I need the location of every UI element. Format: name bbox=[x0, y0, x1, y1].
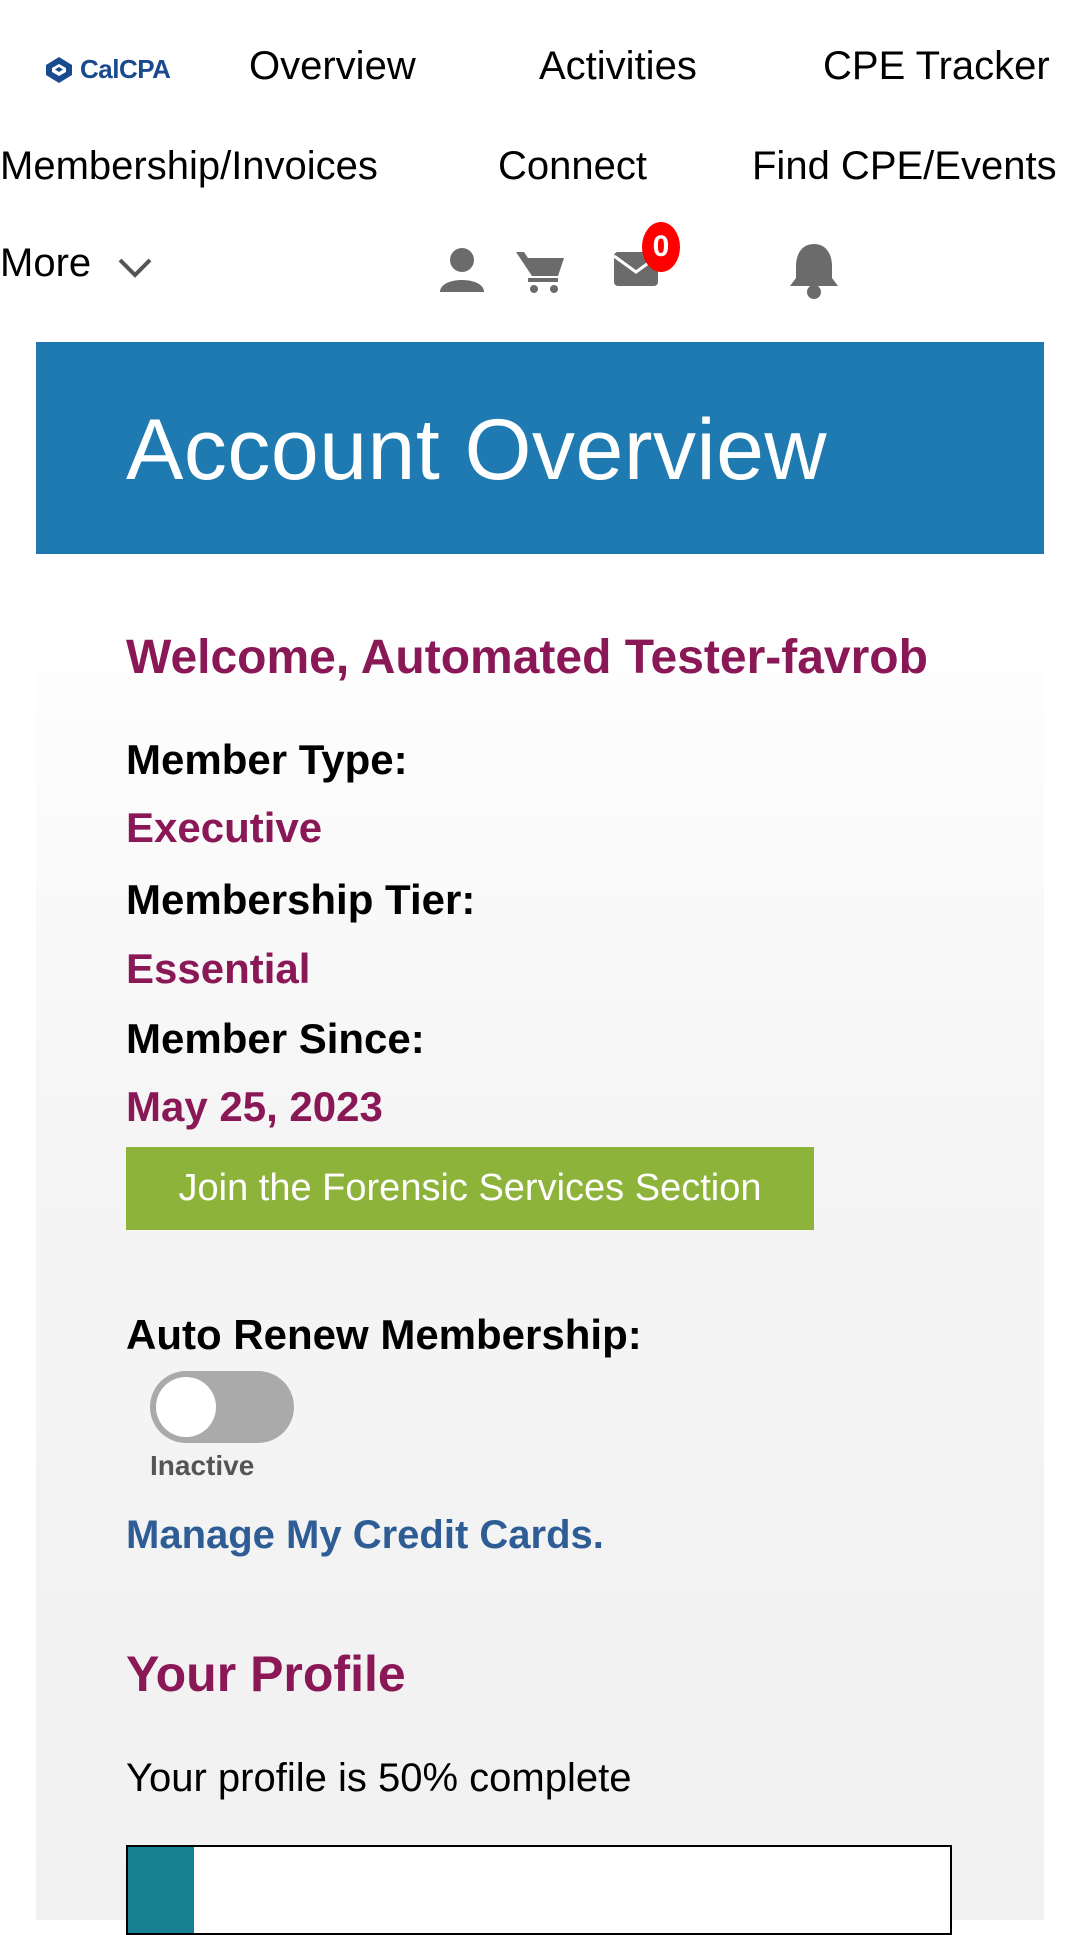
nav-membership-invoices[interactable]: Membership/Invoices bbox=[0, 146, 378, 186]
page-title: Account Overview bbox=[126, 402, 828, 498]
profile-progress-bar bbox=[126, 1845, 952, 1935]
calcpa-logo-icon bbox=[46, 56, 72, 83]
toggle-knob bbox=[156, 1377, 216, 1437]
auto-renew-status: Inactive bbox=[150, 1450, 255, 1481]
member-since-value: May 25, 2023 bbox=[126, 1083, 383, 1130]
member-since-label: Member Since: bbox=[126, 1015, 425, 1062]
chevron-down-icon bbox=[118, 258, 152, 278]
nav-connect[interactable]: Connect bbox=[498, 146, 647, 186]
join-forensic-section-button[interactable]: Join the Forensic Services Section bbox=[126, 1147, 814, 1230]
manage-credit-cards-link[interactable]: Manage My Credit Cards. bbox=[126, 1510, 604, 1560]
nav-activities[interactable]: Activities bbox=[539, 46, 697, 86]
nav-overview[interactable]: Overview bbox=[249, 46, 416, 86]
account-card bbox=[36, 590, 1044, 1920]
membership-tier-value: Essential bbox=[126, 945, 311, 992]
cart-icon[interactable] bbox=[514, 248, 566, 294]
calcpa-logo[interactable]: CalCPA bbox=[44, 54, 171, 85]
member-type-value: Executive bbox=[126, 804, 323, 851]
auto-renew-toggle[interactable] bbox=[150, 1371, 294, 1443]
profile-completion-text: Your profile is 50% complete bbox=[126, 1756, 632, 1800]
welcome-heading: Welcome, Automated Tester-favrob bbox=[126, 631, 928, 684]
nav-more-dropdown[interactable]: More bbox=[0, 243, 153, 283]
user-icon[interactable] bbox=[438, 246, 486, 294]
nav-find-cpe-events[interactable]: Find CPE/Events bbox=[752, 146, 1057, 186]
mail-count-badge: 0 bbox=[642, 222, 680, 272]
auto-renew-label: Auto Renew Membership: bbox=[126, 1311, 642, 1358]
nav-more-label: More bbox=[0, 241, 92, 285]
logo-text: CalCPA bbox=[80, 54, 171, 84]
your-profile-heading: Your Profile bbox=[126, 1646, 406, 1702]
member-type-label: Member Type: bbox=[126, 736, 408, 783]
bell-icon[interactable] bbox=[786, 240, 842, 300]
nav-cpe-tracker[interactable]: CPE Tracker bbox=[823, 46, 1050, 86]
membership-tier-label: Membership Tier: bbox=[126, 876, 476, 923]
profile-progress-fill bbox=[128, 1847, 194, 1933]
